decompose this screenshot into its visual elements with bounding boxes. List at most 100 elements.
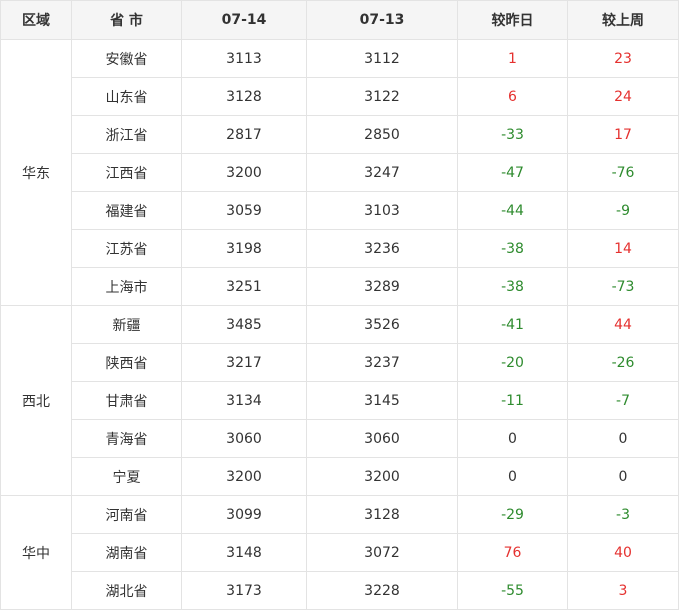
price-0714-cell: 3059	[181, 191, 307, 230]
price-0713-cell: 3247	[306, 153, 458, 192]
price-0714-cell: 3200	[181, 153, 307, 192]
change-week-cell: -26	[567, 343, 679, 382]
price-0713-cell: 3526	[306, 305, 458, 344]
province-cell: 甘肃省	[71, 381, 182, 420]
price-0713-cell: 3228	[306, 571, 458, 610]
province-cell: 江西省	[71, 153, 182, 192]
price-0713-cell: 3112	[306, 39, 458, 78]
change-day-cell: -47	[457, 153, 568, 192]
province-cell: 陕西省	[71, 343, 182, 382]
price-0713-cell: 3060	[306, 419, 458, 458]
header-vs-last-week: 较上周	[567, 0, 679, 40]
table-row: 浙江省 2817 2850 -33 17	[1, 115, 679, 154]
table-row: 陕西省 3217 3237 -20 -26	[1, 343, 679, 382]
province-cell: 宁夏	[71, 457, 182, 496]
change-week-cell: -7	[567, 381, 679, 420]
province-cell: 新疆	[71, 305, 182, 344]
price-0714-cell: 3148	[181, 533, 307, 572]
table-row: 湖北省 3173 3228 -55 3	[1, 571, 679, 610]
price-0713-cell: 3103	[306, 191, 458, 230]
price-0714-cell: 3113	[181, 39, 307, 78]
price-0714-cell: 3173	[181, 571, 307, 610]
price-0714-cell: 3128	[181, 77, 307, 116]
price-0714-cell: 3217	[181, 343, 307, 382]
table-row: 湖南省 3148 3072 76 40	[1, 533, 679, 572]
change-day-cell: 0	[457, 419, 568, 458]
change-week-cell: 0	[567, 419, 679, 458]
price-0713-cell: 2850	[306, 115, 458, 154]
change-day-cell: -29	[457, 495, 568, 534]
province-cell: 湖南省	[71, 533, 182, 572]
price-0713-cell: 3200	[306, 457, 458, 496]
table-row: 西北 新疆 3485 3526 -41 44	[0, 305, 679, 496]
header-date2: 07-13	[306, 0, 458, 40]
province-cell: 江苏省	[71, 229, 182, 268]
table-row: 华东 安徽省 3113 3112 1 23	[0, 39, 679, 306]
change-week-cell: -3	[567, 495, 679, 534]
change-week-cell: 3	[567, 571, 679, 610]
price-0714-cell: 3060	[181, 419, 307, 458]
header-region: 区域	[0, 0, 72, 40]
change-day-cell: -44	[457, 191, 568, 230]
price-0713-cell: 3145	[306, 381, 458, 420]
change-day-cell: -38	[457, 229, 568, 268]
province-cell: 山东省	[71, 77, 182, 116]
price-table: 区域 省 市 07-14 07-13 较昨日 较上周 华东 安徽省 3113 3112…	[0, 0, 679, 610]
price-0714-cell: 3251	[181, 267, 307, 306]
province-cell: 青海省	[71, 419, 182, 458]
header-date1: 07-14	[181, 0, 307, 40]
change-day-cell: 0	[457, 457, 568, 496]
province-cell: 上海市	[71, 267, 182, 306]
price-0714-cell: 3200	[181, 457, 307, 496]
price-0714-cell: 3485	[181, 305, 307, 344]
province-cell: 浙江省	[71, 115, 182, 154]
price-0714-cell: 2817	[181, 115, 307, 154]
price-0714-cell: 3198	[181, 229, 307, 268]
price-0713-cell: 3289	[306, 267, 458, 306]
price-0714-cell: 3099	[181, 495, 307, 534]
province-cell: 福建省	[71, 191, 182, 230]
change-day-cell: -41	[457, 305, 568, 344]
table-row: 山东省 3128 3122 6 24	[1, 77, 679, 116]
table-row: 华中 河南省 3099 3128 -29 -3	[0, 495, 679, 610]
table-row: 江苏省 3198 3236 -38 14	[1, 229, 679, 268]
province-cell: 河南省	[71, 495, 182, 534]
change-day-cell: -38	[457, 267, 568, 306]
price-0713-cell: 3072	[306, 533, 458, 572]
price-0713-cell: 3128	[306, 495, 458, 534]
change-week-cell: -73	[567, 267, 679, 306]
region-cell: 西北	[0, 305, 72, 496]
price-0714-cell: 3134	[181, 381, 307, 420]
change-day-cell: -20	[457, 343, 568, 382]
change-day-cell: -33	[457, 115, 568, 154]
change-week-cell: 24	[567, 77, 679, 116]
change-week-cell: -76	[567, 153, 679, 192]
change-day-cell: 1	[457, 39, 568, 78]
region-cell: 华东	[0, 39, 72, 306]
table-row: 福建省 3059 3103 -44 -9	[1, 191, 679, 230]
table-header-row: 区域 省 市 07-14 07-13 较昨日 较上周	[0, 0, 679, 40]
change-day-cell: 76	[457, 533, 568, 572]
table-body: 华东 安徽省 3113 3112 1 23 山东省 3128 3122 6 24 浙江省 2817 285…	[0, 39, 679, 610]
change-week-cell: 0	[567, 457, 679, 496]
change-week-cell: 23	[567, 39, 679, 78]
province-cell: 湖北省	[71, 571, 182, 610]
change-day-cell: -11	[457, 381, 568, 420]
price-0713-cell: 3122	[306, 77, 458, 116]
table-row: 江西省 3200 3247 -47 -76	[1, 153, 679, 192]
change-week-cell: 17	[567, 115, 679, 154]
price-0713-cell: 3237	[306, 343, 458, 382]
table-row: 宁夏 3200 3200 0 0	[1, 457, 679, 496]
province-cell: 安徽省	[71, 39, 182, 78]
change-week-cell: 44	[567, 305, 679, 344]
change-day-cell: 6	[457, 77, 568, 116]
table-row: 甘肃省 3134 3145 -11 -7	[1, 381, 679, 420]
table-row: 上海市 3251 3289 -38 -73	[1, 267, 679, 306]
table-row: 青海省 3060 3060 0 0	[1, 419, 679, 458]
change-week-cell: 14	[567, 229, 679, 268]
header-vs-yesterday: 较昨日	[457, 0, 568, 40]
change-week-cell: 40	[567, 533, 679, 572]
change-week-cell: -9	[567, 191, 679, 230]
price-0713-cell: 3236	[306, 229, 458, 268]
change-day-cell: -55	[457, 571, 568, 610]
